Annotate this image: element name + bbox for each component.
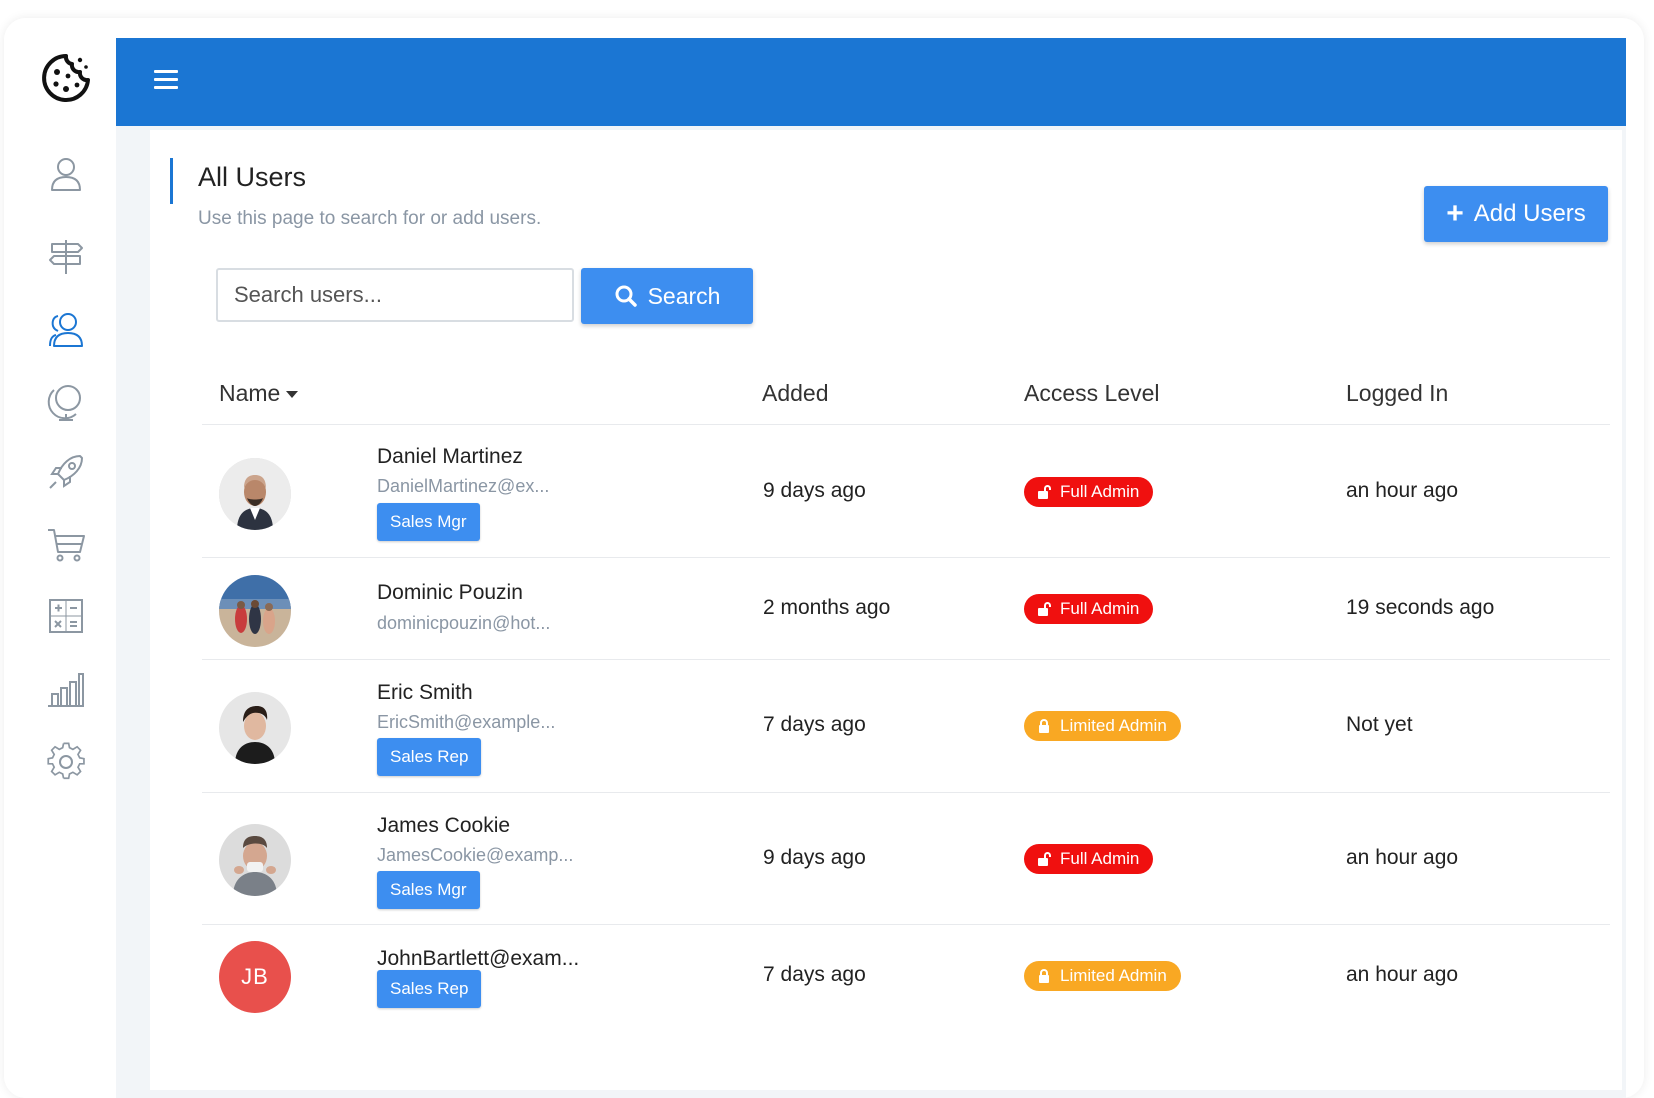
added-date: 7 days ago	[763, 963, 866, 986]
divider	[202, 424, 1610, 425]
access-level-badge: Full Admin	[1024, 594, 1154, 624]
logged-in-time: an hour ago	[1346, 846, 1459, 869]
access-level-badge: Limited Admin	[1024, 961, 1181, 991]
add-users-button[interactable]: + Add Users	[1424, 186, 1608, 242]
calculator-icon[interactable]	[44, 594, 88, 638]
user-name[interactable]: JohnBartlett@exam...	[377, 947, 579, 971]
logged-in-time: 19 seconds ago	[1346, 596, 1495, 619]
user-name[interactable]: Eric Smith	[377, 681, 473, 705]
title-accent-bar	[170, 158, 173, 204]
sidebar	[4, 18, 116, 1098]
user-email: EricSmith@example...	[377, 712, 556, 732]
logged-in-time: an hour ago	[1346, 479, 1459, 502]
access-level-label: Limited Admin	[1060, 966, 1167, 985]
column-header-access-level: Access Level	[1024, 380, 1160, 406]
added-date: 2 months ago	[763, 596, 891, 619]
user-email: dominicpouzin@hot...	[377, 613, 551, 633]
search-button-label: Search	[647, 282, 721, 309]
divider	[202, 924, 1610, 925]
unlock-icon	[1038, 485, 1051, 499]
search-icon	[615, 285, 637, 307]
cookie-logo-icon[interactable]	[40, 52, 92, 104]
search-button[interactable]: Search	[581, 268, 753, 324]
logged-in-time: Not yet	[1346, 713, 1413, 736]
avatar	[219, 692, 291, 764]
access-level-label: Full Admin	[1060, 482, 1140, 501]
user-name[interactable]: James Cookie	[377, 814, 510, 838]
logged-in-time: an hour ago	[1346, 963, 1459, 986]
page-title: All Users	[198, 162, 307, 192]
access-level-label: Full Admin	[1060, 599, 1140, 618]
gear-icon[interactable]	[44, 740, 88, 784]
unlock-icon	[1038, 852, 1051, 866]
page-subtitle: Use this page to search for or add users…	[198, 208, 542, 229]
added-date: 9 days ago	[763, 846, 866, 869]
top-bar	[116, 38, 1626, 126]
plus-icon: +	[1446, 197, 1464, 230]
unlock-icon	[1038, 602, 1051, 616]
lock-icon	[1039, 719, 1049, 733]
avatar	[219, 575, 291, 647]
avatar	[219, 458, 291, 530]
role-badge: Sales Mgr	[377, 871, 480, 909]
user-email: JamesCookie@examp...	[377, 845, 574, 865]
lock-icon	[1039, 969, 1049, 983]
column-header-name[interactable]: Name	[219, 380, 299, 407]
access-level-label: Full Admin	[1060, 849, 1140, 868]
role-badge: Sales Rep	[377, 738, 482, 776]
rocket-icon[interactable]	[44, 450, 88, 494]
user-name[interactable]: Dominic Pouzin	[377, 581, 523, 605]
added-date: 7 days ago	[763, 713, 866, 736]
access-level-badge: Limited Admin	[1024, 711, 1181, 741]
add-users-label: Add Users	[1473, 200, 1586, 227]
user-name[interactable]: Daniel Martinez	[377, 445, 523, 469]
avatar-initials: JB	[219, 941, 291, 1013]
access-level-badge: Full Admin	[1024, 477, 1154, 507]
hamburger-menu-icon[interactable]	[154, 70, 178, 92]
column-header-name-label: Name	[219, 380, 281, 406]
role-badge: Sales Rep	[377, 970, 482, 1008]
divider	[202, 659, 1610, 660]
access-level-badge: Full Admin	[1024, 844, 1154, 874]
user-email: DanielMartinez@ex...	[377, 476, 550, 496]
avatar	[219, 824, 291, 896]
divider	[202, 557, 1610, 558]
cart-icon[interactable]	[44, 522, 88, 566]
bar-chart-icon[interactable]	[44, 668, 88, 712]
column-header-logged-in: Logged In	[1346, 380, 1449, 406]
globe-icon[interactable]	[44, 380, 88, 424]
users-icon[interactable]	[44, 308, 88, 352]
signpost-icon[interactable]	[44, 234, 88, 278]
divider	[202, 792, 1610, 793]
role-badge: Sales Mgr	[377, 503, 480, 541]
sort-caret-icon	[286, 391, 299, 399]
user-icon[interactable]	[44, 152, 88, 196]
search-input[interactable]	[216, 268, 574, 322]
added-date: 9 days ago	[763, 479, 866, 502]
column-header-added: Added	[762, 380, 829, 406]
access-level-label: Limited Admin	[1060, 716, 1167, 735]
